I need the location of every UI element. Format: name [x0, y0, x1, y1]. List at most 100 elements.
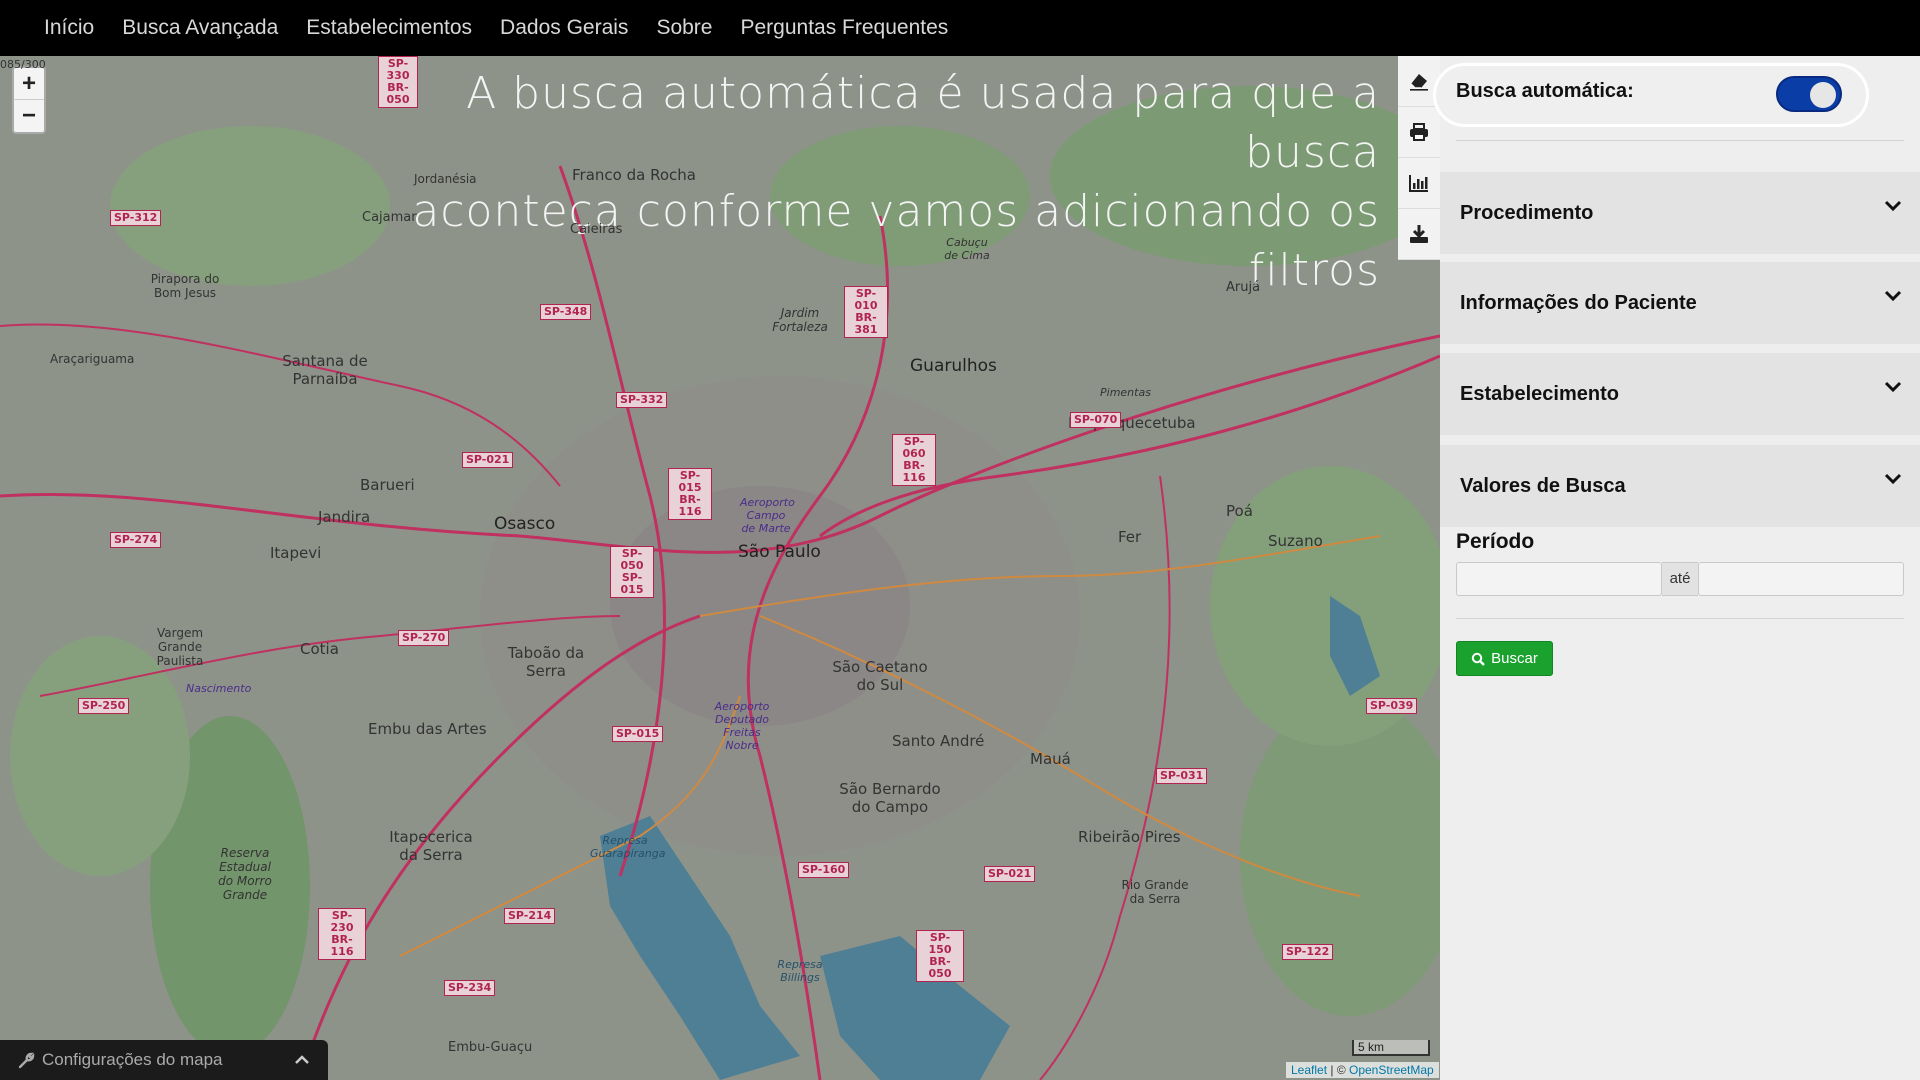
- map-place: Itapevi: [270, 544, 322, 562]
- road-shield: SP-015: [612, 726, 664, 742]
- road-shield: SP-015 BR-116: [668, 468, 712, 520]
- nav-perguntas-frequentes[interactable]: Perguntas Frequentes: [740, 16, 948, 40]
- map-place: Vargem Grande Paulista: [156, 626, 204, 668]
- accordion-procedimento[interactable]: Procedimento: [1440, 172, 1920, 254]
- download-button[interactable]: [1398, 209, 1440, 260]
- accordion-informacoes-paciente[interactable]: Informações do Paciente: [1440, 262, 1920, 344]
- accordion-title: Estabelecimento: [1460, 382, 1619, 405]
- accordion-valores-busca[interactable]: Valores de Busca: [1440, 445, 1920, 527]
- road-shield: SP-250: [78, 698, 130, 714]
- map-place: Ribeirão Pires: [1078, 828, 1181, 846]
- road-shield: SP-348: [540, 304, 592, 320]
- accordion-title: Procedimento: [1460, 201, 1594, 224]
- road-shield: SP-160: [798, 862, 850, 878]
- map-corner-label: 085/300: [0, 58, 46, 71]
- map-place: Taboão da Serra: [507, 644, 585, 680]
- map-place: Mauá: [1030, 750, 1071, 768]
- map-place: São Paulo: [738, 542, 821, 562]
- nav-inicio[interactable]: Início: [44, 16, 94, 40]
- accordion-estabelecimento[interactable]: Estabelecimento: [1440, 353, 1920, 435]
- map-place: São Caetano do Sul: [832, 658, 928, 694]
- zoom-out-button[interactable]: −: [14, 100, 44, 132]
- map-attribution: Leaflet | © OpenStreetMap: [1286, 1062, 1439, 1078]
- map-config-bar[interactable]: Configurações do mapa: [0, 1040, 328, 1080]
- date-separator: até: [1662, 562, 1698, 596]
- print-icon: [1410, 123, 1428, 141]
- auto-search-toggle[interactable]: [1776, 76, 1842, 112]
- road-shield: SP-274: [110, 532, 162, 548]
- map-place: Cajamar: [362, 210, 417, 225]
- accordion-title: Informações do Paciente: [1460, 291, 1697, 314]
- chevron-up-icon: [295, 1055, 309, 1064]
- road-shield: SP-312: [110, 210, 162, 226]
- map-config-label: Configurações do mapa: [42, 1050, 223, 1069]
- top-navbar: Início Busca Avançada Estabelecimentos D…: [0, 0, 1920, 56]
- chevron-down-icon: [1884, 200, 1902, 212]
- road-shield: SP-010 BR-381: [844, 286, 888, 338]
- map-place: Represa Guarapiranga: [590, 834, 666, 860]
- nav-sobre[interactable]: Sobre: [656, 16, 712, 40]
- search-button[interactable]: Buscar: [1456, 641, 1553, 676]
- map-place: Poá: [1226, 502, 1253, 520]
- map-place: Guarulhos: [910, 356, 997, 376]
- accordion-title: Valores de Busca: [1460, 474, 1626, 497]
- map-place: Embu das Artes: [368, 720, 487, 738]
- road-shield: SP-039: [1366, 698, 1418, 714]
- road-shield: SP-230 BR-116: [318, 908, 366, 960]
- map-place: Pimentas: [1100, 386, 1151, 399]
- road-shield: SP-021: [984, 866, 1036, 882]
- zoom-control: + −: [12, 66, 46, 134]
- periodo-label: Período: [1456, 530, 1535, 553]
- road-shield: SP-150 BR-050: [916, 930, 964, 982]
- eraser-icon: [1410, 74, 1428, 91]
- map-place: Aeroporto Deputado Freitas Nobre: [714, 700, 770, 752]
- road-shield: SP-021: [462, 452, 514, 468]
- auto-search-label: Busca automática:: [1456, 80, 1634, 102]
- map-place: Rio Grande da Serra: [1121, 878, 1189, 906]
- map-place: Cabuçu de Cima: [944, 236, 990, 262]
- map-place: Caieiras: [570, 222, 623, 237]
- road-shield: SP-270: [398, 630, 450, 646]
- map-place: Represa Billings: [777, 958, 823, 984]
- map-place: Embu-Guaçu: [448, 1040, 533, 1055]
- map-place: Jordanésia: [414, 172, 477, 186]
- map-place: Fer: [1118, 528, 1142, 546]
- date-from-input[interactable]: [1456, 562, 1662, 596]
- nav-estabelecimentos[interactable]: Estabelecimentos: [306, 16, 472, 40]
- date-to-input[interactable]: [1698, 562, 1904, 596]
- periodo-date-range: até: [1456, 562, 1904, 596]
- map-place: Itapecerica da Serra: [389, 828, 473, 864]
- map-place: São Bernardo do Campo: [839, 780, 941, 816]
- leaflet-link[interactable]: Leaflet: [1291, 1063, 1327, 1077]
- chevron-down-icon: [1884, 381, 1902, 393]
- attribution-separator: | ©: [1327, 1063, 1349, 1077]
- map-place: Reserva Estadual do Morro Grande: [218, 846, 272, 902]
- chart-button[interactable]: [1398, 158, 1440, 209]
- road-shield: SP-234: [444, 980, 496, 996]
- wrench-icon: [18, 1052, 35, 1069]
- print-button[interactable]: [1398, 107, 1440, 158]
- nav-dados-gerais[interactable]: Dados Gerais: [500, 16, 628, 40]
- chevron-down-icon: [1884, 290, 1902, 302]
- road-shield: SP-060 BR-116: [892, 434, 936, 486]
- road-shield: SP-031: [1156, 768, 1208, 784]
- map-view[interactable]: + − A busca automática é usada para que …: [0, 56, 1440, 1080]
- map-place: Araçariguama: [50, 352, 135, 366]
- map-place: Suzano: [1268, 532, 1323, 550]
- divider: [1456, 140, 1904, 141]
- road-shield: SP-050 SP-015: [610, 546, 654, 598]
- search-button-label: Buscar: [1491, 650, 1538, 667]
- map-place: Arujá: [1226, 280, 1261, 295]
- zoom-in-button[interactable]: +: [14, 68, 44, 100]
- map-place: Santana de Parnaíba: [282, 352, 368, 388]
- osm-link[interactable]: OpenStreetMap: [1349, 1063, 1434, 1077]
- map-place: Barueri: [360, 476, 415, 494]
- tour-hint-text: A busca automática é usada para que a bu…: [380, 64, 1380, 300]
- tour-hint-line-1: A busca automática é usada para que a bu…: [466, 68, 1380, 178]
- map-place: Nascimento: [186, 682, 252, 695]
- road-shield: SP-122: [1282, 944, 1334, 960]
- nav-busca-avancada[interactable]: Busca Avançada: [122, 16, 278, 40]
- map-place: Cotia: [300, 640, 339, 658]
- search-icon: [1471, 652, 1486, 666]
- map-place: Pirapora do Bom Jesus: [150, 272, 220, 300]
